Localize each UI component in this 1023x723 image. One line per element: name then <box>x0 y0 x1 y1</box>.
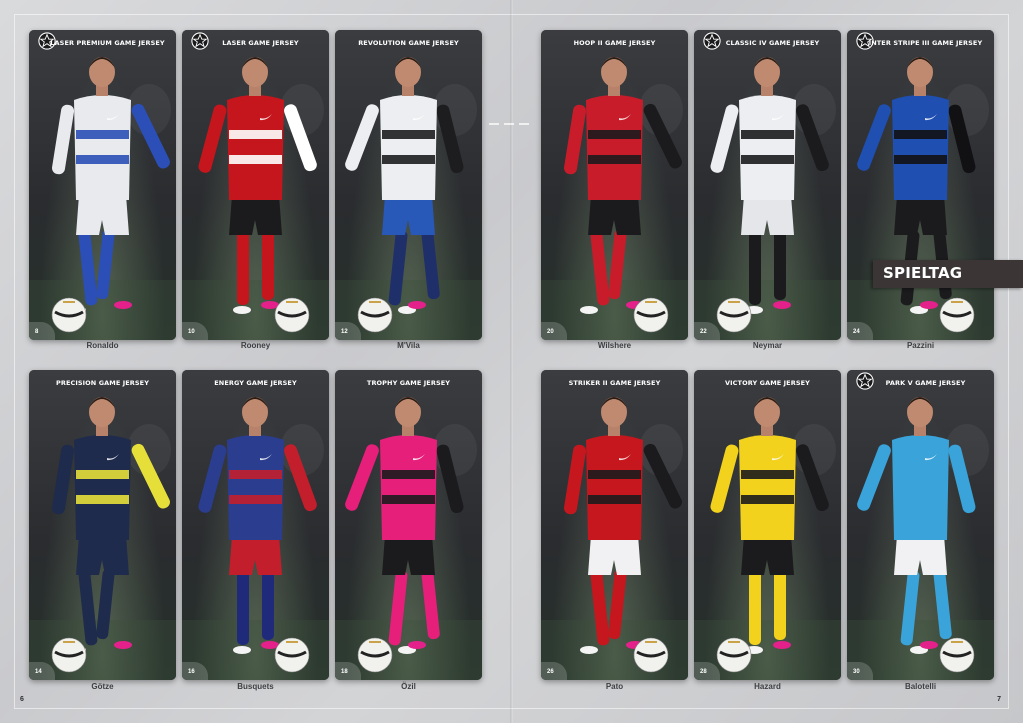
player-name: Pazzini <box>906 341 935 350</box>
player-name: M'Vila <box>397 341 420 350</box>
jersey-title: CLASSIC IV GAME JERSEY <box>725 39 820 47</box>
page-number-left: 6 <box>20 696 24 703</box>
page-number-right: 7 <box>997 696 1001 703</box>
jersey-card: CLASSIC IV GAME JERSEY 22 <box>694 30 841 340</box>
player-photo <box>335 397 482 680</box>
jersey-title: PRECISION GAME JERSEY <box>55 379 150 387</box>
card-page-number: 30 <box>853 669 860 675</box>
card-page-number: 10 <box>188 329 195 335</box>
jersey-card: LASER GAME JERSEY 10 <box>182 30 329 340</box>
player-photo <box>847 57 994 340</box>
card-page-number: 28 <box>700 669 707 675</box>
card-page-number: 22 <box>700 329 707 335</box>
jersey-title: TROPHY GAME JERSEY <box>366 379 451 387</box>
jersey-title: LASER GAME JERSEY <box>222 39 299 47</box>
player-photo <box>29 57 176 340</box>
card-page-number: 24 <box>853 329 860 335</box>
player-name: Hazard <box>754 682 781 691</box>
spieltag-label: SPIELTAG <box>883 264 963 282</box>
player-photo <box>541 57 688 340</box>
jersey-card: TROPHY GAME JERSEY 18 <box>335 370 482 680</box>
player-name: Pato <box>605 682 624 691</box>
card-page-number: 26 <box>547 669 554 675</box>
player-name: Neymar <box>752 341 783 350</box>
player-name: Ronaldo <box>86 341 119 350</box>
player-photo <box>182 397 329 680</box>
player-name: Özil <box>401 682 416 691</box>
card-page-number: 16 <box>188 669 195 675</box>
jersey-title: HOOP II GAME JERSEY <box>573 39 656 47</box>
jersey-card: REVOLUTION GAME JERSEY 12 <box>335 30 482 340</box>
jersey-title: PARK V GAME JERSEY <box>885 379 966 387</box>
player-name: Wilshere <box>597 341 632 350</box>
jersey-card: PRECISION GAME JERSEY 14 <box>29 370 176 680</box>
player-name: Balotelli <box>904 682 937 691</box>
spieltag-banner: SPIELTAG <box>873 260 1023 288</box>
card-page-number: 8 <box>35 329 39 335</box>
page-gutter <box>510 0 513 723</box>
card-page-number: 20 <box>547 329 554 335</box>
jersey-title: REVOLUTION GAME JERSEY <box>358 39 459 47</box>
jersey-card: LASER PREMIUM GAME JERSEY 8 <box>29 30 176 340</box>
player-photo <box>182 57 329 340</box>
jersey-title: VICTORY GAME JERSEY <box>725 379 810 387</box>
jersey-card: HOOP II GAME JERSEY 20 <box>541 30 688 340</box>
card-page-number: 12 <box>341 329 348 335</box>
jersey-card: VICTORY GAME JERSEY 28 <box>694 370 841 680</box>
player-photo <box>694 57 841 340</box>
player-photo <box>335 57 482 340</box>
player-name: Rooney <box>240 341 271 350</box>
card-page-number: 18 <box>341 669 348 675</box>
jersey-title: ENERGY GAME JERSEY <box>214 379 297 387</box>
jersey-title: LASER PREMIUM GAME JERSEY <box>50 39 165 47</box>
player-photo <box>694 397 841 680</box>
jersey-card: INTER STRIPE III GAME JERSEY 24 <box>847 30 994 340</box>
player-photo <box>847 397 994 680</box>
jersey-card: ENERGY GAME JERSEY 16 <box>182 370 329 680</box>
jersey-title: INTER STRIPE III GAME JERSEY <box>868 39 983 47</box>
player-photo <box>541 397 688 680</box>
jersey-title: STRIKER II GAME JERSEY <box>568 379 661 387</box>
player-name: Götze <box>91 682 114 691</box>
jersey-card: STRIKER II GAME JERSEY 26 <box>541 370 688 680</box>
gutter-dashes <box>489 123 529 127</box>
jersey-card: PARK V GAME JERSEY 30 <box>847 370 994 680</box>
player-name: Busquets <box>237 682 274 691</box>
player-photo <box>29 397 176 680</box>
card-page-number: 14 <box>35 669 42 675</box>
